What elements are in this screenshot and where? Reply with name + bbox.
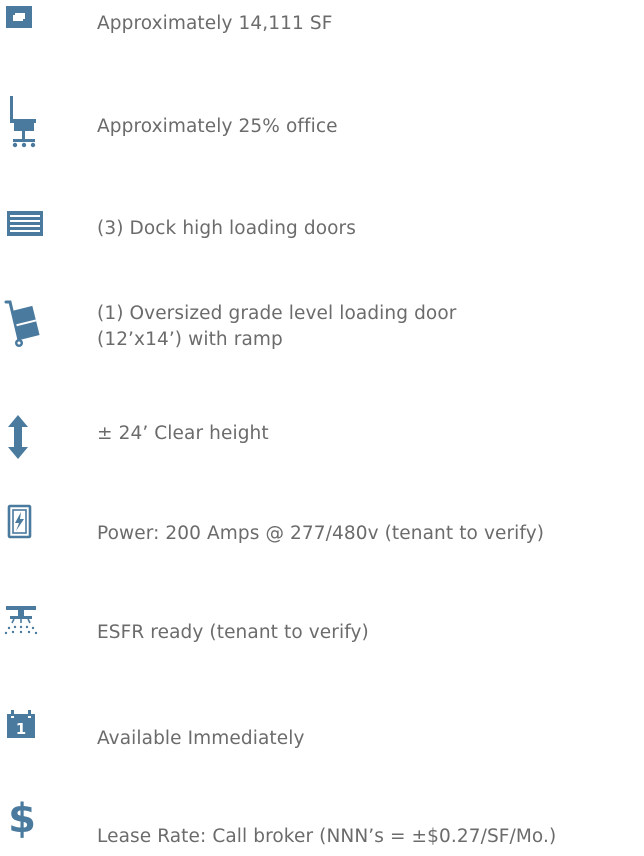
feature-text-line-1: (1) Oversized grade level loading door [97,303,457,324]
feature-text: Approximately 25% office [97,116,338,137]
feature-text: Power: 200 Amps @ 277/480v (tenant to ve… [97,523,545,544]
feature-text: Available Immediately [97,728,305,749]
power-icon [0,504,50,554]
feature-text: Lease Rate: Call broker (NNN’s = ±$0.27/… [97,826,557,847]
feature-text: Approximately 14,111 SF [97,13,333,34]
feature-list-page: { "colors": { "icon": "#4a7a9e", "text":… [0,0,644,856]
feature-text-line-2: (12’x14’) with ramp [97,329,283,350]
feature-text: (3) Dock high loading doors [97,218,356,239]
vertical-arrow-icon [0,414,50,464]
square-footage-icon [0,4,50,54]
svg-text:$: $ [8,796,36,842]
office-chair-icon [0,94,50,148]
sprinkler-icon [0,604,50,654]
svg-text:1: 1 [16,720,26,738]
dock-door-icon [0,210,50,260]
dollar-icon: $ [0,792,50,842]
feature-text: ESFR ready (tenant to verify) [97,622,369,643]
hand-truck-icon [0,296,50,347]
feature-text: ± 24’ Clear height [97,423,269,444]
calendar-icon: 1 [0,708,50,758]
